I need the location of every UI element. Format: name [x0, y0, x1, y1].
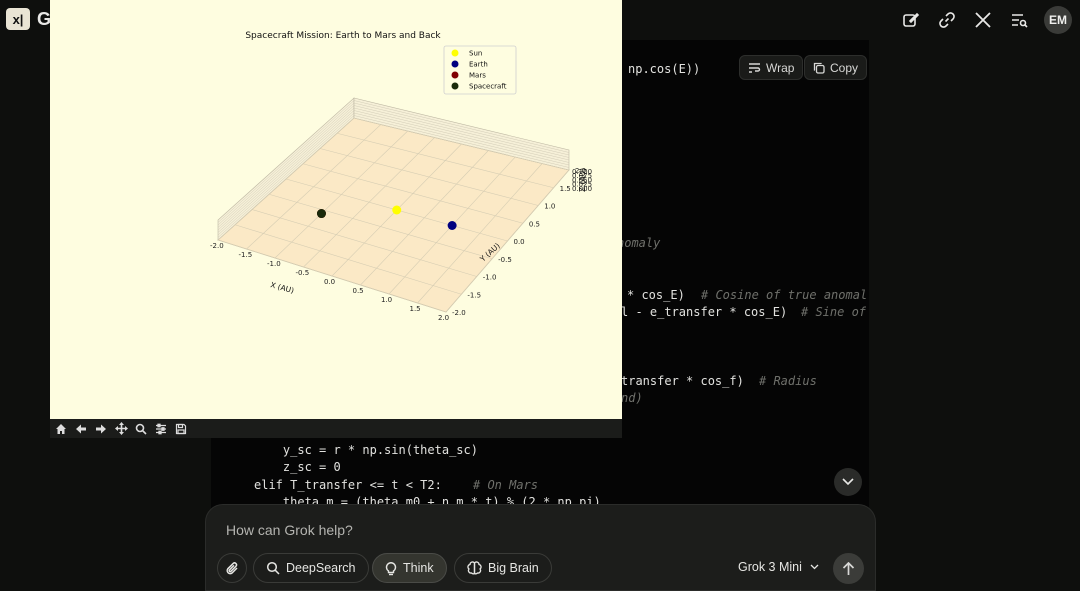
- x-tick-label: 1.0: [381, 296, 392, 304]
- scroll-down-button[interactable]: [834, 468, 862, 496]
- code-line: elif T_transfer <= t < T2:: [254, 478, 442, 492]
- edit-icon[interactable]: [900, 9, 922, 31]
- x-tick-label: 1.5: [410, 305, 421, 313]
- paperclip-icon: [225, 561, 238, 574]
- deepsearch-button[interactable]: DeepSearch: [253, 553, 369, 583]
- plot-window: Spacecraft Mission: Earth to Mars and Ba…: [50, 0, 622, 438]
- wrap-button[interactable]: Wrap: [739, 55, 804, 80]
- code-line: np.cos(E)): [628, 62, 701, 76]
- legend-marker: [451, 71, 459, 79]
- axes-grid: [217, 97, 570, 313]
- code-line: z_sc = 0: [254, 460, 341, 474]
- legend-label: Sun: [469, 50, 482, 58]
- x-axis-label: X (AU): [269, 280, 295, 295]
- user-avatar[interactable]: EM: [1044, 6, 1072, 34]
- y-tick-label: -1.5: [467, 291, 481, 299]
- legend-label: Spacecraft: [469, 83, 507, 91]
- chevron-down-icon: [810, 564, 819, 570]
- composer: How can Grok help? DeepSearch Think Big …: [205, 504, 876, 591]
- code-comment: # Cosine of true anomal: [701, 288, 868, 302]
- code-comment: # Radius: [759, 374, 817, 388]
- code-line: transfer * cos_f): [621, 374, 744, 388]
- x-tick-label: -1.0: [267, 260, 281, 268]
- code-comment: nomaly: [617, 236, 661, 250]
- x-tick-label: -0.5: [296, 269, 310, 277]
- y-tick-label: -2.0: [452, 309, 466, 317]
- x-tick-label: 0.0: [324, 278, 335, 286]
- app-root: x| G EM Wrap Copy np.cos(E)) nomaly * co…: [0, 0, 1080, 591]
- x-tick-label: -1.5: [239, 251, 253, 259]
- history-icon[interactable]: [1008, 9, 1030, 31]
- attach-button[interactable]: [217, 553, 247, 583]
- chart-canvas: Spacecraft Mission: Earth to Mars and Ba…: [210, 31, 592, 322]
- search-icon: [266, 561, 280, 575]
- zoom-icon[interactable]: [132, 421, 150, 437]
- brain-icon: [467, 561, 482, 575]
- point-spacecraft: [316, 209, 326, 219]
- link-icon[interactable]: [936, 9, 958, 31]
- legend-marker: [451, 60, 459, 68]
- code-line: l - e_transfer * cos_E): [621, 305, 788, 319]
- legend-label: Earth: [469, 61, 488, 69]
- x-tick-label: -2.0: [210, 242, 224, 250]
- back-icon[interactable]: [72, 421, 90, 437]
- code-line: y_sc = r * np.sin(theta_sc): [254, 443, 478, 457]
- home-icon[interactable]: [52, 421, 70, 437]
- y-tick-label: 0.5: [529, 220, 540, 228]
- app-title: G: [37, 9, 52, 29]
- y-tick-label: -0.5: [498, 256, 512, 264]
- pan-icon[interactable]: [112, 421, 130, 437]
- think-button[interactable]: Think: [372, 553, 447, 583]
- save-icon[interactable]: [172, 421, 190, 437]
- point-sun: [392, 205, 402, 215]
- legend-label: Mars: [469, 72, 486, 80]
- copy-label: Copy: [830, 60, 859, 75]
- model-label: Grok 3 Mini: [738, 560, 802, 574]
- header-actions: EM: [900, 6, 1072, 34]
- grok-logo[interactable]: x|: [6, 8, 30, 30]
- forward-icon[interactable]: [92, 421, 110, 437]
- code-line: * cos_E): [627, 288, 685, 302]
- deepsearch-label: DeepSearch: [286, 561, 356, 575]
- z-axis-label: Z (AU): [578, 168, 587, 192]
- code-comment: nd): [621, 391, 643, 405]
- copy-button[interactable]: Copy: [804, 55, 868, 80]
- plot-toolbar: [50, 419, 622, 438]
- code-comment: # On Mars: [473, 478, 539, 492]
- x-tick-label: 0.5: [353, 287, 364, 295]
- configure-icon[interactable]: [152, 421, 170, 437]
- code-comment: # Sine of: [801, 305, 867, 319]
- legend: Sun Earth Mars Spacecraft: [443, 45, 517, 95]
- chart-title: Spacecraft Mission: Earth to Mars and Ba…: [245, 31, 441, 41]
- y-tick-label: -1.0: [483, 274, 497, 282]
- point-earth: [447, 221, 457, 230]
- legend-marker: [451, 49, 459, 57]
- x-tick-label: 2.0: [438, 314, 449, 322]
- wrap-label: Wrap: [766, 60, 795, 75]
- x-icon[interactable]: [972, 9, 994, 31]
- y-tick-label: 1.0: [544, 203, 555, 211]
- prompt-input[interactable]: How can Grok help?: [226, 522, 353, 538]
- arrow-up-icon: [842, 561, 855, 575]
- lightbulb-icon: [385, 561, 397, 575]
- y-tick-label: 0.0: [514, 238, 525, 246]
- send-button[interactable]: [833, 553, 864, 584]
- think-label: Think: [403, 561, 434, 575]
- bigbrain-button[interactable]: Big Brain: [454, 553, 552, 583]
- bigbrain-label: Big Brain: [488, 561, 539, 575]
- model-selector[interactable]: Grok 3 Mini: [738, 560, 819, 574]
- legend-marker: [451, 82, 459, 90]
- y-tick-label: 1.5: [560, 185, 571, 193]
